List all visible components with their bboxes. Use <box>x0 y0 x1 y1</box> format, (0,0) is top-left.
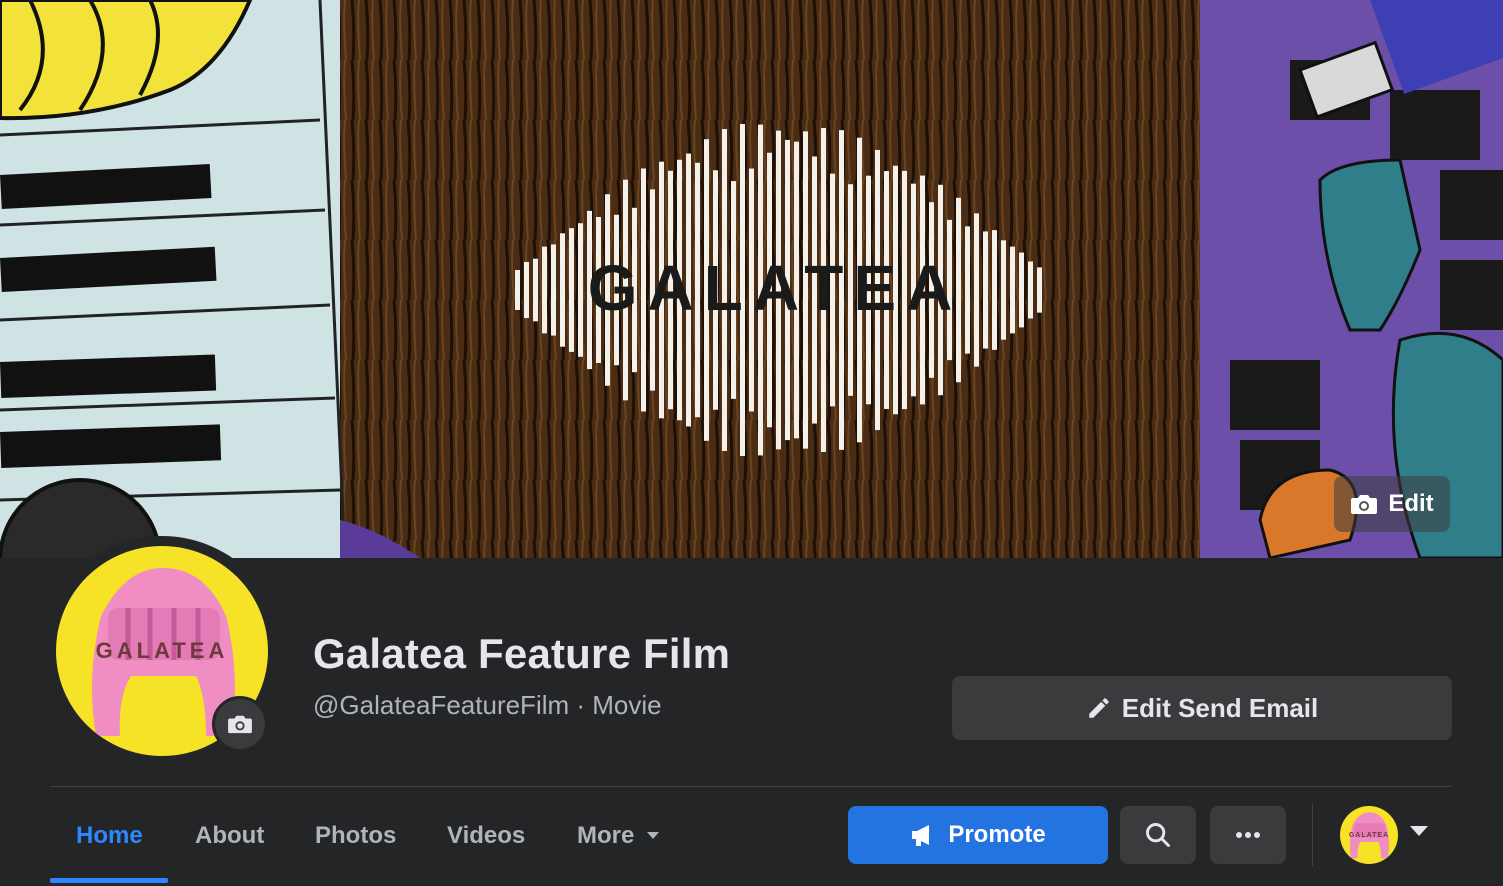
tab-about-label: About <box>195 822 265 849</box>
wave-bar <box>578 223 583 357</box>
vertical-separator <box>1312 804 1313 866</box>
edit-cover-label: Edit <box>1388 490 1434 517</box>
wave-bar <box>533 258 538 322</box>
search-button[interactable] <box>1120 806 1196 864</box>
page-subtitle: @GalateaFeatureFilm · Movie <box>313 690 662 720</box>
wave-bar <box>560 233 565 347</box>
avatar-logo-text: GALATEA <box>95 638 229 663</box>
pencil-icon <box>1089 698 1109 718</box>
wave-bar <box>1037 267 1042 313</box>
caret-down-icon[interactable] <box>1408 824 1430 838</box>
active-tab-indicator <box>50 878 168 883</box>
update-profile-picture-button[interactable] <box>212 696 268 752</box>
tab-more[interactable]: More <box>577 806 660 866</box>
edit-cover-button[interactable]: Edit <box>1334 476 1450 532</box>
tab-home-label: Home <box>76 822 143 849</box>
promote-label: Promote <box>948 821 1046 848</box>
tab-about[interactable]: About <box>195 806 264 866</box>
mini-avatar-text: GALATEA <box>1348 832 1390 839</box>
edit-send-email-button[interactable]: Edit Send Email <box>952 676 1452 740</box>
wave-bar <box>1001 240 1006 340</box>
wave-bar <box>1028 261 1033 319</box>
tab-home[interactable]: Home <box>76 806 143 866</box>
edit-send-email-label: Edit Send Email <box>1121 692 1319 723</box>
wave-bar <box>542 246 547 334</box>
more-options-button[interactable] <box>1210 806 1286 864</box>
tab-videos-label: Videos <box>447 822 526 849</box>
wave-bar <box>515 270 520 310</box>
wave-bar <box>992 230 997 350</box>
wave-bar <box>965 226 970 354</box>
cover-logo-text: GALATEA <box>588 252 963 324</box>
switch-profile-avatar[interactable]: GALATEA <box>1340 806 1398 864</box>
wave-bar <box>569 228 574 352</box>
megaphone-icon <box>912 825 930 846</box>
cover-artwork: GALATEA <box>0 0 1503 558</box>
wave-bar <box>551 244 556 336</box>
page-title: Galatea Feature Film <box>313 630 731 677</box>
tab-videos[interactable]: Videos <box>447 806 525 866</box>
tab-photos-label: Photos <box>315 822 397 849</box>
divider <box>50 786 1452 787</box>
cover-photo[interactable]: GALATEA Edit <box>0 0 1503 558</box>
caret-down-icon <box>647 832 660 839</box>
promote-button[interactable]: Promote <box>848 806 1108 864</box>
tab-photos[interactable]: Photos <box>315 806 396 866</box>
ellipsis-icon <box>1236 832 1260 838</box>
wave-bar <box>983 231 988 349</box>
wave-bar <box>974 213 979 367</box>
wave-bar <box>524 261 529 319</box>
wave-bar <box>1019 252 1024 328</box>
search-icon <box>1146 823 1170 847</box>
camera-icon <box>228 715 252 734</box>
tab-more-label: More <box>577 822 635 849</box>
camera-icon <box>1351 495 1378 514</box>
wave-bar <box>1010 246 1015 334</box>
